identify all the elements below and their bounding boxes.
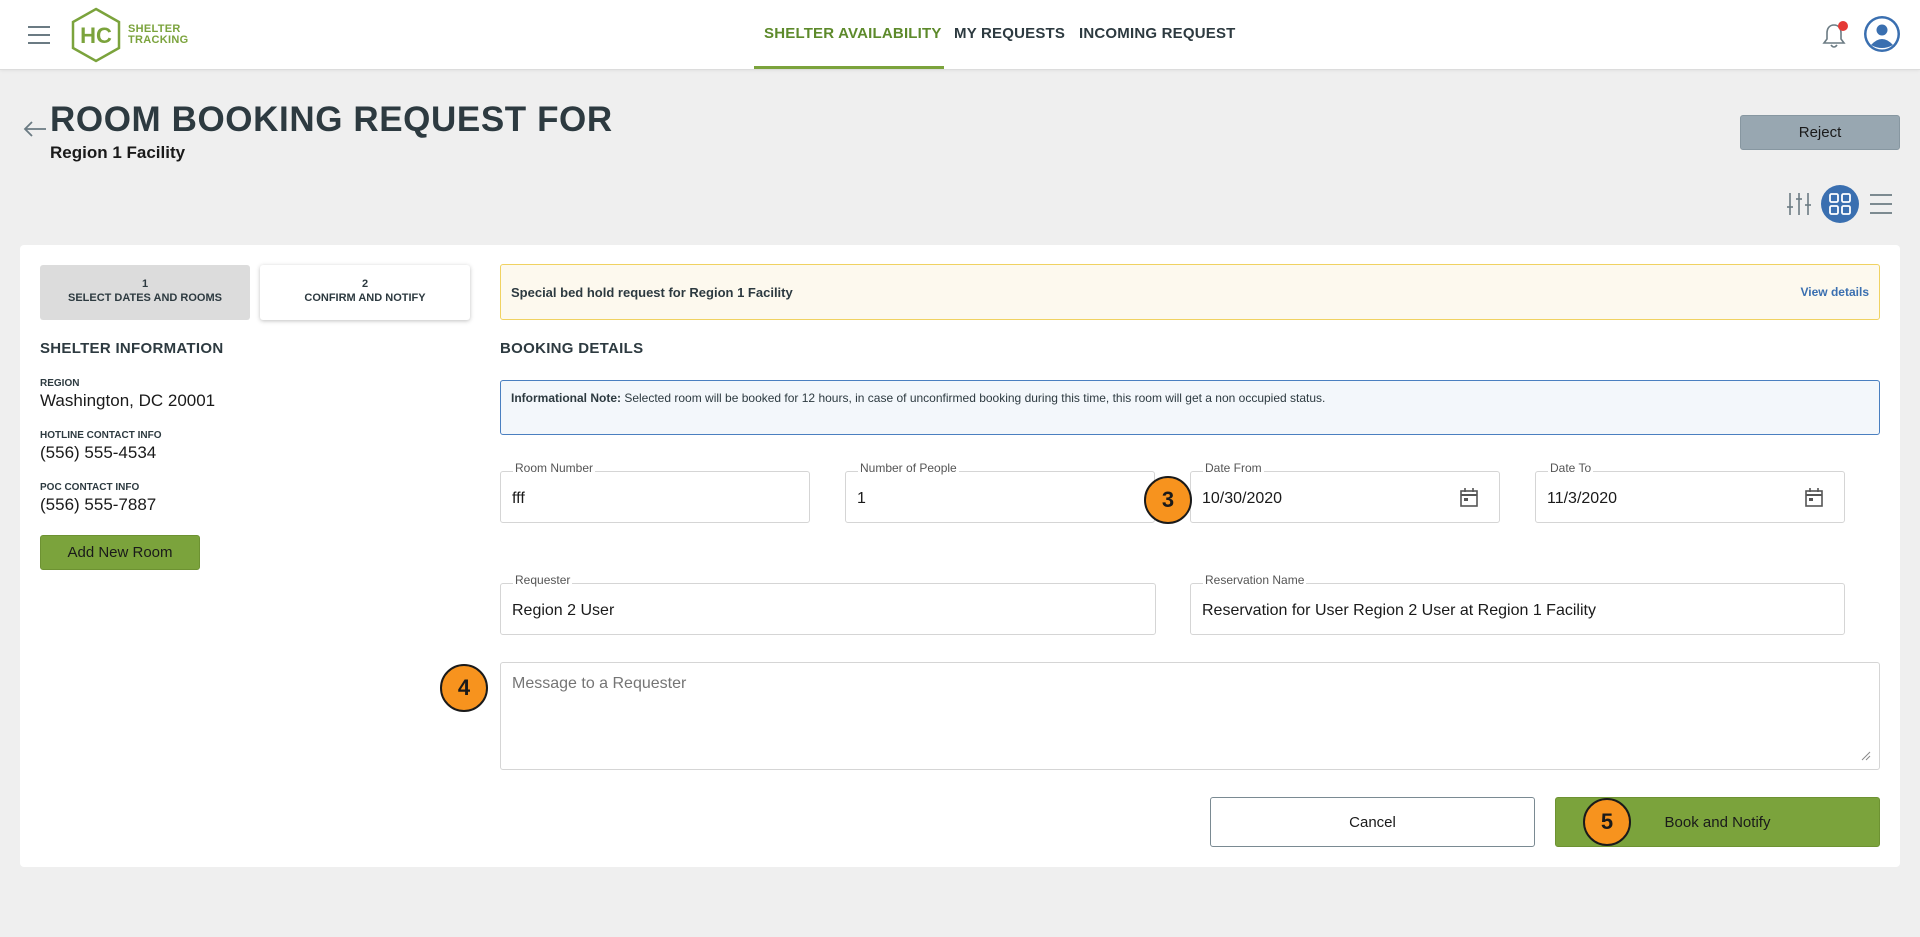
- date-to-label: Date To: [1548, 461, 1594, 475]
- logo-text: SHELTER TRACKING: [128, 24, 188, 46]
- hc-logo-icon: HC: [71, 7, 121, 63]
- special-request-alert: Special bed hold request for Region 1 Fa…: [500, 264, 1880, 320]
- reject-button[interactable]: Reject: [1740, 115, 1900, 150]
- callout-badge-5: 5: [1583, 798, 1631, 846]
- booking-details-title: BOOKING DETAILS: [500, 340, 644, 357]
- hamburger-menu-icon[interactable]: [28, 26, 50, 44]
- step-label: SELECT DATES AND ROOMS: [67, 292, 222, 304]
- date-to-input[interactable]: [1547, 490, 1794, 508]
- room-number-label: Room Number: [513, 461, 596, 475]
- poc-label: POC CONTACT INFO: [40, 482, 140, 493]
- step-number: 2: [361, 278, 369, 290]
- poc-value: (556) 555-7887: [40, 495, 157, 514]
- calendar-icon[interactable]: [1804, 487, 1824, 509]
- step-number: 1: [141, 278, 149, 290]
- shelter-info-title: SHELTER INFORMATION: [40, 340, 224, 357]
- resize-grip-icon[interactable]: [1861, 751, 1871, 761]
- region-label: REGION: [40, 378, 80, 389]
- nav-my-requests[interactable]: MY REQUESTS: [954, 25, 1065, 42]
- reservation-name-label: Reservation Name: [1203, 573, 1307, 587]
- callout-badge-4: 4: [440, 664, 488, 712]
- number-of-people-label: Number of People: [858, 461, 959, 475]
- notification-dot: [1838, 21, 1848, 31]
- nav-shelter-availability[interactable]: SHELTER AVAILABILITY: [764, 25, 942, 42]
- back-arrow-icon[interactable]: [22, 118, 48, 140]
- list-view-icon[interactable]: [1868, 190, 1894, 218]
- date-from-input[interactable]: [1202, 490, 1449, 508]
- informational-note: Informational Note: Selected room will b…: [500, 380, 1880, 435]
- page-title: ROOM BOOKING REQUEST FOR: [50, 100, 613, 139]
- cancel-button[interactable]: Cancel: [1210, 797, 1535, 847]
- date-from-field: Date From: [1190, 461, 1500, 523]
- view-details-link[interactable]: View details: [1801, 285, 1869, 299]
- calendar-icon[interactable]: [1459, 487, 1479, 509]
- message-to-requester-textarea[interactable]: [512, 675, 1862, 760]
- hotline-value: (556) 555-4534: [40, 443, 157, 462]
- callout-badge-3: 3: [1144, 476, 1192, 524]
- booking-card: 1 SELECT DATES AND ROOMS 2 CONFIRM AND N…: [20, 245, 1900, 867]
- logo-text-line2: TRACKING: [128, 34, 189, 46]
- reservation-name-field: Reservation Name: [1190, 573, 1845, 635]
- region-value: Washington, DC 20001: [40, 391, 216, 410]
- reservation-name-input[interactable]: [1202, 602, 1790, 620]
- grid-view-icon: [1829, 193, 1851, 215]
- date-from-label: Date From: [1203, 461, 1264, 475]
- requester-input[interactable]: [512, 602, 1036, 620]
- logo-mark-text: HC: [80, 23, 112, 48]
- note-text: Selected room will be booked for 12 hour…: [621, 391, 1326, 405]
- filter-sliders-icon[interactable]: [1786, 190, 1812, 218]
- room-number-field: Room Number: [500, 461, 810, 523]
- requester-field: Requester: [500, 573, 1156, 635]
- step-label: CONFIRM AND NOTIFY: [304, 292, 426, 304]
- nav-active-underline: [754, 66, 944, 69]
- top-header: HC SHELTER TRACKING SHELTER AVAILABILITY…: [0, 0, 1920, 70]
- nav-incoming-request[interactable]: INCOMING REQUEST: [1079, 25, 1236, 42]
- step-confirm-notify[interactable]: 2 CONFIRM AND NOTIFY: [260, 265, 470, 320]
- number-of-people-input[interactable]: [857, 490, 1104, 508]
- page-subtitle: Region 1 Facility: [50, 143, 186, 162]
- alert-text: Special bed hold request for Region 1 Fa…: [511, 285, 793, 300]
- view-toggle-group: [1786, 184, 1906, 224]
- add-new-room-button[interactable]: Add New Room: [40, 535, 200, 570]
- user-avatar-icon[interactable]: [1863, 15, 1901, 53]
- note-bold: Informational Note:: [511, 391, 621, 405]
- room-number-input[interactable]: [512, 490, 759, 508]
- requester-label: Requester: [513, 573, 573, 587]
- date-to-field: Date To: [1535, 461, 1845, 523]
- hotline-label: HOTLINE CONTACT INFO: [40, 430, 162, 441]
- grid-view-button[interactable]: [1821, 185, 1859, 223]
- number-of-people-field: Number of People: [845, 461, 1155, 523]
- step-select-dates[interactable]: 1 SELECT DATES AND ROOMS: [40, 265, 250, 320]
- message-box: [500, 662, 1880, 770]
